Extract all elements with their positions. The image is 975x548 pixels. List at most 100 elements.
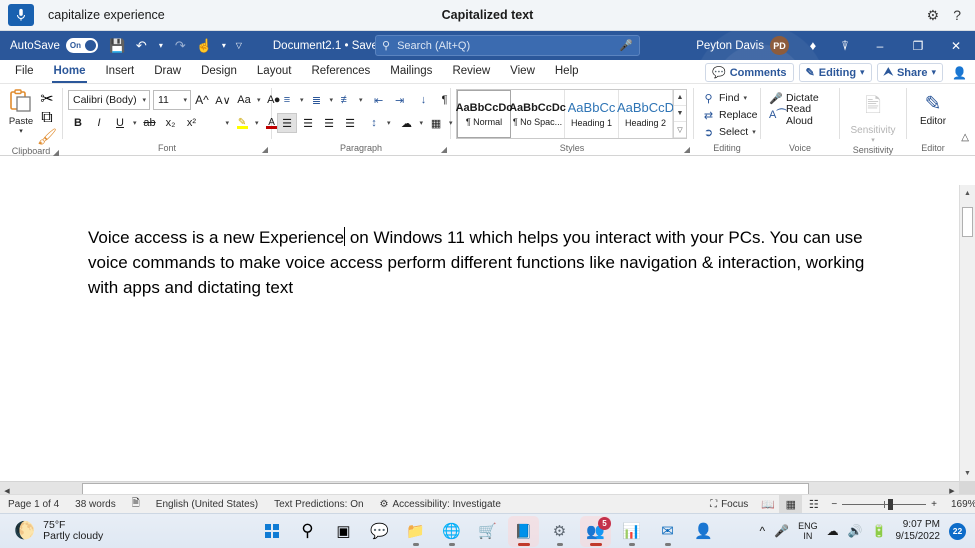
file-explorer-icon[interactable]: 📁 [400, 516, 431, 547]
premium-diamond-icon[interactable]: ♦ [797, 31, 829, 60]
underline-button[interactable]: U [110, 113, 130, 133]
web-layout-icon[interactable]: ☷ [802, 495, 825, 514]
tab-mailings[interactable]: Mailings [380, 61, 442, 83]
change-case-button[interactable]: Aa [234, 90, 254, 110]
bold-button[interactable]: B [68, 113, 88, 133]
select-button[interactable]: ➲ Select ▾ [699, 124, 761, 140]
strikethrough-icon[interactable]: ab [140, 113, 160, 133]
powerpoint-icon[interactable]: 📊 [616, 516, 647, 547]
find-button[interactable]: ⚲ Find ▾ [699, 90, 761, 106]
customize-quick-access-icon[interactable]: ▽ [233, 35, 245, 56]
justify-icon[interactable]: ☰ [340, 113, 360, 133]
replace-button[interactable]: ⇄ Replace [699, 107, 761, 123]
vertical-scroll-track[interactable] [960, 201, 975, 465]
chevron-down-icon[interactable]: ▾ [418, 119, 426, 127]
settings-icon[interactable]: ⚙ [544, 516, 575, 547]
word-count[interactable]: 38 words [67, 495, 124, 514]
tab-review[interactable]: Review [442, 61, 500, 83]
tab-insert[interactable]: Insert [95, 61, 144, 83]
dialog-launcher-icon[interactable]: ◢ [53, 146, 59, 159]
shading-icon[interactable]: ☁ [397, 113, 417, 133]
chevron-down-icon[interactable]: ▾ [385, 119, 393, 127]
comments-button[interactable]: 💬 Comments [705, 63, 794, 82]
text-highlight-icon[interactable]: ✎ [232, 113, 252, 133]
multilevel-list-icon[interactable]: ≢ [336, 90, 356, 110]
paste-button[interactable]: Paste ▾ [5, 87, 37, 135]
restore-icon[interactable]: ❐ [899, 31, 937, 60]
chevron-down-icon[interactable]: ▾ [255, 96, 263, 104]
increase-font-size-icon[interactable]: A^ [192, 90, 212, 110]
align-left-icon[interactable]: ☰ [277, 113, 297, 133]
scroll-down-icon[interactable]: ▼ [674, 106, 686, 122]
chevron-down-icon[interactable]: ▾ [328, 96, 336, 104]
chevron-down-icon[interactable]: ▾ [298, 96, 306, 104]
scissors-icon[interactable]: ✂ [37, 90, 57, 107]
style-no-spacing[interactable]: AaBbCcDc ¶ No Spac... [511, 90, 565, 138]
edge-icon[interactable]: 🌐 [436, 516, 467, 547]
copy-icon[interactable]: ⧉ [37, 109, 57, 126]
font-size-combo[interactable]: 11 ▾ [153, 90, 191, 110]
collapse-ribbon-icon[interactable]: △ [961, 132, 969, 143]
editing-button[interactable]: ✎ Editing ▾ [799, 63, 872, 82]
print-layout-icon[interactable]: ▦ [779, 495, 802, 514]
tab-file[interactable]: File [5, 61, 44, 83]
minimize-icon[interactable]: – [861, 31, 899, 60]
dialog-launcher-icon[interactable]: ◢ [441, 143, 447, 156]
chevron-down-icon[interactable]: ▾ [253, 119, 261, 127]
undo-dropdown-icon[interactable]: ▾ [155, 35, 167, 56]
microphone-icon[interactable]: 🎤 [619, 39, 633, 52]
italic-button[interactable]: I [89, 113, 109, 133]
format-painter-icon[interactable]: 🖌 [37, 128, 57, 145]
chevron-down-icon[interactable]: ▾ [357, 96, 365, 104]
voice-access-icon[interactable]: 👤 [688, 516, 719, 547]
scroll-down-icon[interactable]: ▼ [960, 465, 975, 481]
touch-dropdown-icon[interactable]: ▾ [218, 35, 230, 56]
numbering-icon[interactable]: ≣ [307, 90, 327, 110]
tab-view[interactable]: View [500, 61, 545, 83]
language-indicator[interactable]: English (United States) [148, 495, 266, 514]
avatar[interactable]: PD [770, 36, 789, 55]
read-mode-icon[interactable]: 📖 [756, 495, 779, 514]
sort-icon[interactable]: ↓ [414, 90, 434, 110]
save-icon[interactable]: 💾 [107, 35, 128, 56]
word-icon[interactable]: 📘 [508, 516, 539, 547]
mail-icon[interactable]: ✉ [652, 516, 683, 547]
start-button[interactable] [256, 516, 287, 547]
chevron-down-icon[interactable]: ▾ [752, 128, 756, 136]
decrease-font-size-icon[interactable]: A∨ [213, 90, 233, 110]
accessibility-status[interactable]: ⚙ Accessibility: Investigate [372, 495, 509, 514]
vertical-scroll-thumb[interactable] [962, 207, 973, 237]
tab-layout[interactable]: Layout [247, 61, 302, 83]
help-icon[interactable]: ? [953, 8, 961, 22]
text-predictions-status[interactable]: Text Predictions: On [266, 495, 371, 514]
microphone-icon[interactable] [8, 4, 34, 26]
search-input[interactable]: ⚲ Search (Alt+Q) 🎤 [375, 35, 640, 56]
autosave-toggle[interactable]: AutoSave On [10, 38, 98, 53]
font-name-combo[interactable]: Calibri (Body) ▾ [68, 90, 150, 110]
borders-icon[interactable]: ▦ [426, 113, 446, 133]
vertical-scrollbar[interactable]: ▲ ▼ [959, 185, 975, 481]
bullets-icon[interactable]: ≡ [277, 90, 297, 110]
read-aloud-button[interactable]: A⏜ Read Aloud [766, 107, 834, 123]
tab-home[interactable]: Home [44, 61, 96, 83]
share-button[interactable]: ⮝ Share ▾ [877, 63, 943, 82]
autosave-switch[interactable]: On [66, 38, 98, 53]
style-heading-1[interactable]: AaBbCc Heading 1 [565, 90, 619, 138]
teams-icon[interactable]: 👥 5 [580, 516, 611, 547]
microsoft-store-icon[interactable]: 🛒 [472, 516, 503, 547]
focus-button[interactable]: ⛶ Focus [702, 495, 756, 514]
undo-icon[interactable]: ↶ [131, 35, 152, 56]
ribbon-display-options-icon[interactable]: ⍒ [829, 31, 861, 60]
align-center-icon[interactable]: ☰ [298, 113, 318, 133]
zoom-knob[interactable] [888, 499, 893, 510]
document-text[interactable]: Voice access is a new Experience on Wind… [88, 225, 878, 300]
scroll-up-icon[interactable]: ▲ [674, 90, 686, 106]
more-styles-icon[interactable]: ▽ [674, 122, 686, 138]
increase-indent-icon[interactable]: ⇥ [390, 90, 410, 110]
zoom-in-icon[interactable]: + [931, 499, 937, 510]
editor-button[interactable]: ✎ Editor [912, 87, 954, 127]
search-icon[interactable]: ⚲ [292, 516, 323, 547]
gear-icon[interactable]: ⚙ [927, 8, 940, 22]
touch-mode-icon[interactable]: ☝ [194, 35, 215, 56]
redo-icon[interactable]: ↷ [170, 35, 191, 56]
